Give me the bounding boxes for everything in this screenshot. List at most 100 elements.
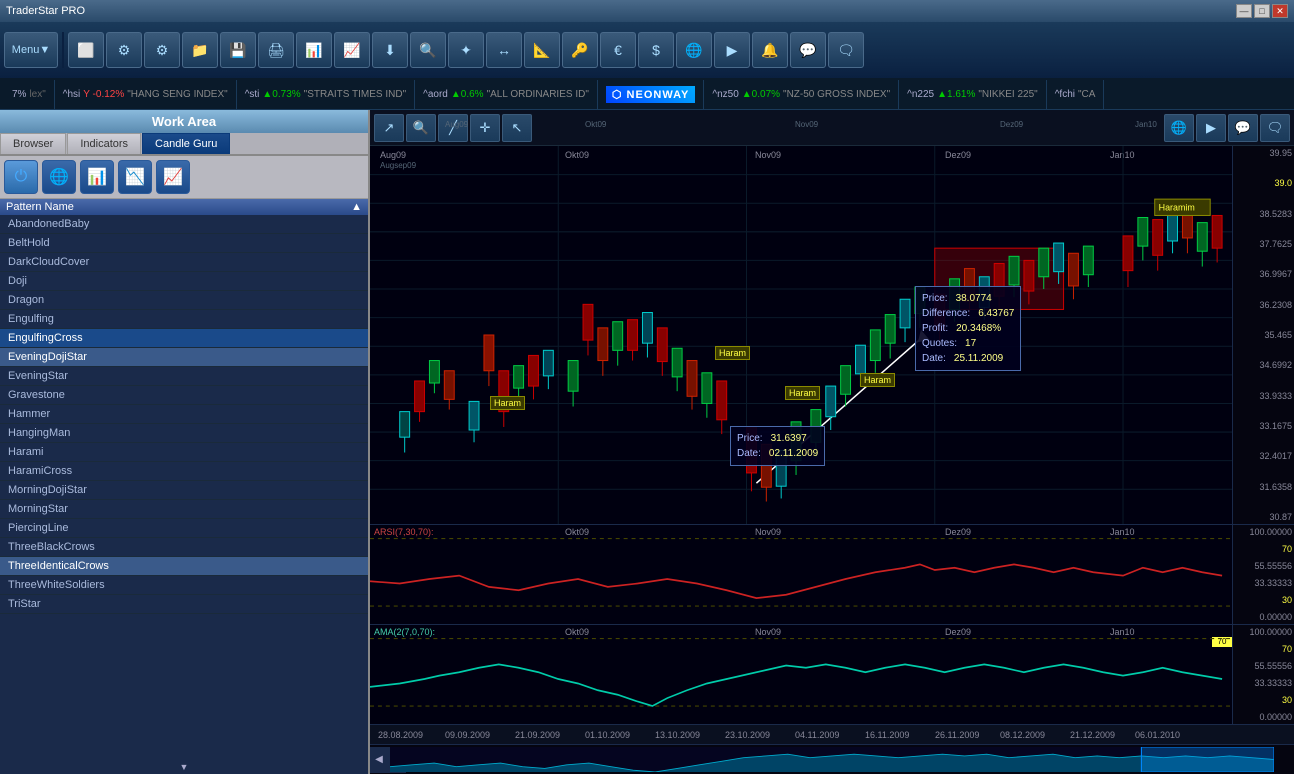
chart-tool-globe[interactable]: 🌐 bbox=[1164, 114, 1194, 142]
right-panel: ↗ 🔍 ╱ ✛ ↖ 🌐 ▶ 💬 🗨 Aug09Augsep09 Okt09 No… bbox=[370, 110, 1294, 774]
pattern-item[interactable]: HaramiCross bbox=[0, 462, 368, 481]
chart-tool-play[interactable]: ▶ bbox=[1196, 114, 1226, 142]
pattern-item[interactable]: ThreeWhiteSoldiers bbox=[0, 576, 368, 595]
toolbar-btn-10[interactable]: 🔍 bbox=[410, 32, 446, 68]
toolbar-btn-17[interactable]: 🌐 bbox=[676, 32, 712, 68]
chart-tool-crosshair[interactable]: ✛ bbox=[470, 114, 500, 142]
menu-button[interactable]: Menu▼ bbox=[4, 32, 58, 68]
toolbar-btn-13[interactable]: 📐 bbox=[524, 32, 560, 68]
pattern-list[interactable]: AbandonedBaby BeltHold DarkCloudCover Do… bbox=[0, 215, 368, 760]
toolbar-btn-3[interactable]: ⚙ bbox=[144, 32, 180, 68]
rsi-label: ARSI(7,30,70): bbox=[374, 527, 434, 537]
chart-tool-arrow[interactable]: ↗ bbox=[374, 114, 404, 142]
toolbar-btn-20[interactable]: 💬 bbox=[790, 32, 826, 68]
pattern-item[interactable]: BeltHold bbox=[0, 234, 368, 253]
ama-level-0: 0.00000 bbox=[1235, 712, 1292, 722]
timeline-nov26: 26.11.2009 bbox=[935, 730, 979, 740]
ticker-hsi-id: ^hsi bbox=[63, 89, 80, 100]
ticker-item-fchi: ^fchi "CA bbox=[1047, 80, 1105, 109]
pattern-item-engulfing-cross[interactable]: EngulfingCross bbox=[0, 329, 368, 348]
pattern-item[interactable]: Dragon bbox=[0, 291, 368, 310]
chart-tool-pointer[interactable]: ↖ bbox=[502, 114, 532, 142]
tab-indicators[interactable]: Indicators bbox=[67, 133, 141, 154]
titlebar-title: TraderStar PRO bbox=[6, 5, 85, 17]
pattern-item[interactable]: DarkCloudCover bbox=[0, 253, 368, 272]
pattern-item[interactable]: AbandonedBaby bbox=[0, 215, 368, 234]
price-label-8: 33.9333 bbox=[1235, 391, 1292, 401]
toolbar-btn-7[interactable]: 📊 bbox=[296, 32, 332, 68]
toolbar-btn-6[interactable]: 🖨 bbox=[258, 32, 294, 68]
pattern-item[interactable]: Doji bbox=[0, 272, 368, 291]
close-button[interactable]: ✕ bbox=[1272, 4, 1288, 18]
pattern-item[interactable]: Engulfing bbox=[0, 310, 368, 329]
timeline-okt23: 23.10.2009 bbox=[725, 730, 770, 740]
ama-level-100: 100.00000 bbox=[1235, 627, 1292, 637]
toolbar-btn-14[interactable]: 🔑 bbox=[562, 32, 598, 68]
price-axis: 39.95 39.0 38.5283 37.7625 36.9967 36.23… bbox=[1232, 146, 1294, 524]
pattern-item[interactable]: TriStar bbox=[0, 595, 368, 614]
timeline-dez08: 08.12.2009 bbox=[1000, 730, 1045, 740]
ticker-item-sti: ^sti ▲0.73% "STRAITS TIMES IND" bbox=[237, 80, 415, 109]
svg-text:Haramim: Haramim bbox=[1159, 202, 1195, 212]
ticker-7pct-label: 7% bbox=[12, 89, 26, 100]
panel-icon-area[interactable]: 📈 bbox=[156, 160, 190, 194]
chart-tooltip-2: Price: 38.0774 Difference: 6.43767 Profi… bbox=[915, 286, 1021, 371]
panel-icon-candle[interactable]: 📊 bbox=[80, 160, 114, 194]
toolbar-btn-21[interactable]: 🗨 bbox=[828, 32, 864, 68]
mini-chart[interactable] bbox=[390, 747, 1274, 772]
ticker-aord-change: ▲0.6% bbox=[451, 89, 484, 100]
price-label-9: 33.1675 bbox=[1235, 421, 1292, 431]
toolbar-btn-12[interactable]: ↔ bbox=[486, 32, 522, 68]
timeline-sub-sep: Okt09 bbox=[585, 120, 606, 129]
scroll-left-arrow[interactable]: ◀ bbox=[370, 747, 388, 773]
ama-panel: AMA(2(7,0,70): Okt09 Nov09 Dez09 Jan10 7… bbox=[370, 624, 1294, 724]
price-label-1: 39.0 bbox=[1235, 178, 1292, 188]
toolbar-btn-11[interactable]: ✦ bbox=[448, 32, 484, 68]
tab-browser[interactable]: Browser bbox=[0, 133, 66, 154]
toolbar-btn-16[interactable]: $ bbox=[638, 32, 674, 68]
pattern-item[interactable]: Hammer bbox=[0, 405, 368, 424]
haram-label-4: Haram bbox=[860, 373, 895, 387]
toolbar-btn-18[interactable]: ▶ bbox=[714, 32, 750, 68]
pattern-item[interactable]: MorningStar bbox=[0, 500, 368, 519]
ticker-hsi-change: Y -0.12% bbox=[83, 89, 124, 100]
timeline-sub-nov: Nov09 bbox=[795, 120, 818, 129]
toolbar-btn-8[interactable]: 📈 bbox=[334, 32, 370, 68]
pattern-item-evening-doji[interactable]: EveningDojiStar bbox=[0, 348, 368, 367]
ticker-aord-id: ^aord bbox=[423, 89, 448, 100]
toolbar-btn-19[interactable]: 🔔 bbox=[752, 32, 788, 68]
panel-icon-globe[interactable]: 🌐 bbox=[42, 160, 76, 194]
pattern-item[interactable]: HangingMan bbox=[0, 424, 368, 443]
pattern-item[interactable]: MorningDojiStar bbox=[0, 481, 368, 500]
pattern-item[interactable]: ThreeBlackCrows bbox=[0, 538, 368, 557]
chart-tool-chat[interactable]: 💬 bbox=[1228, 114, 1258, 142]
toolbar-btn-5[interactable]: 💾 bbox=[220, 32, 256, 68]
pattern-item[interactable]: Harami bbox=[0, 443, 368, 462]
price-label-12: 30.87 bbox=[1235, 512, 1292, 522]
maximize-button[interactable]: □ bbox=[1254, 4, 1270, 18]
pattern-item-three-identical[interactable]: ThreeIdenticalCrows bbox=[0, 557, 368, 576]
work-area-header: Work Area bbox=[0, 110, 368, 133]
timeline-nov16: 16.11.2009 bbox=[865, 730, 909, 740]
chart-tool-zoom[interactable]: 🔍 bbox=[406, 114, 436, 142]
minimize-button[interactable]: — bbox=[1236, 4, 1252, 18]
tooltip2-profit-key: Profit: bbox=[922, 321, 948, 336]
toolbar-btn-9[interactable]: ⬇ bbox=[372, 32, 408, 68]
pattern-item[interactable]: EveningStar bbox=[0, 367, 368, 386]
pattern-item[interactable]: Gravestone bbox=[0, 386, 368, 405]
timeline-sub-jan: Jan10 bbox=[1135, 120, 1157, 129]
panel-icon-bar[interactable]: 📉 bbox=[118, 160, 152, 194]
toolbar-btn-1[interactable]: ⬜ bbox=[68, 32, 104, 68]
toolbar-btn-15[interactable]: € bbox=[600, 32, 636, 68]
chart-tool-chat2[interactable]: 🗨 bbox=[1260, 114, 1290, 142]
rsi-panel: ARSI(7,30,70): Okt09 Nov09 Dez09 Jan10 1… bbox=[370, 524, 1294, 624]
pattern-list-scrollbar-down[interactable]: ▼ bbox=[0, 760, 368, 774]
tab-candle-guru[interactable]: Candle Guru bbox=[142, 133, 230, 154]
pattern-item[interactable]: PiercingLine bbox=[0, 519, 368, 538]
toolbar-btn-4[interactable]: 📁 bbox=[182, 32, 218, 68]
toolbar-btn-2[interactable]: ⚙ bbox=[106, 32, 142, 68]
panel-icon-power[interactable]: ⏻ bbox=[4, 160, 38, 194]
tooltip2-diff-key: Difference: bbox=[922, 306, 970, 321]
price-label-10: 32.4017 bbox=[1235, 451, 1292, 461]
main-chart[interactable]: Aug09Augsep09 Okt09 Nov09 Dez09 Jan10 39… bbox=[370, 146, 1294, 524]
